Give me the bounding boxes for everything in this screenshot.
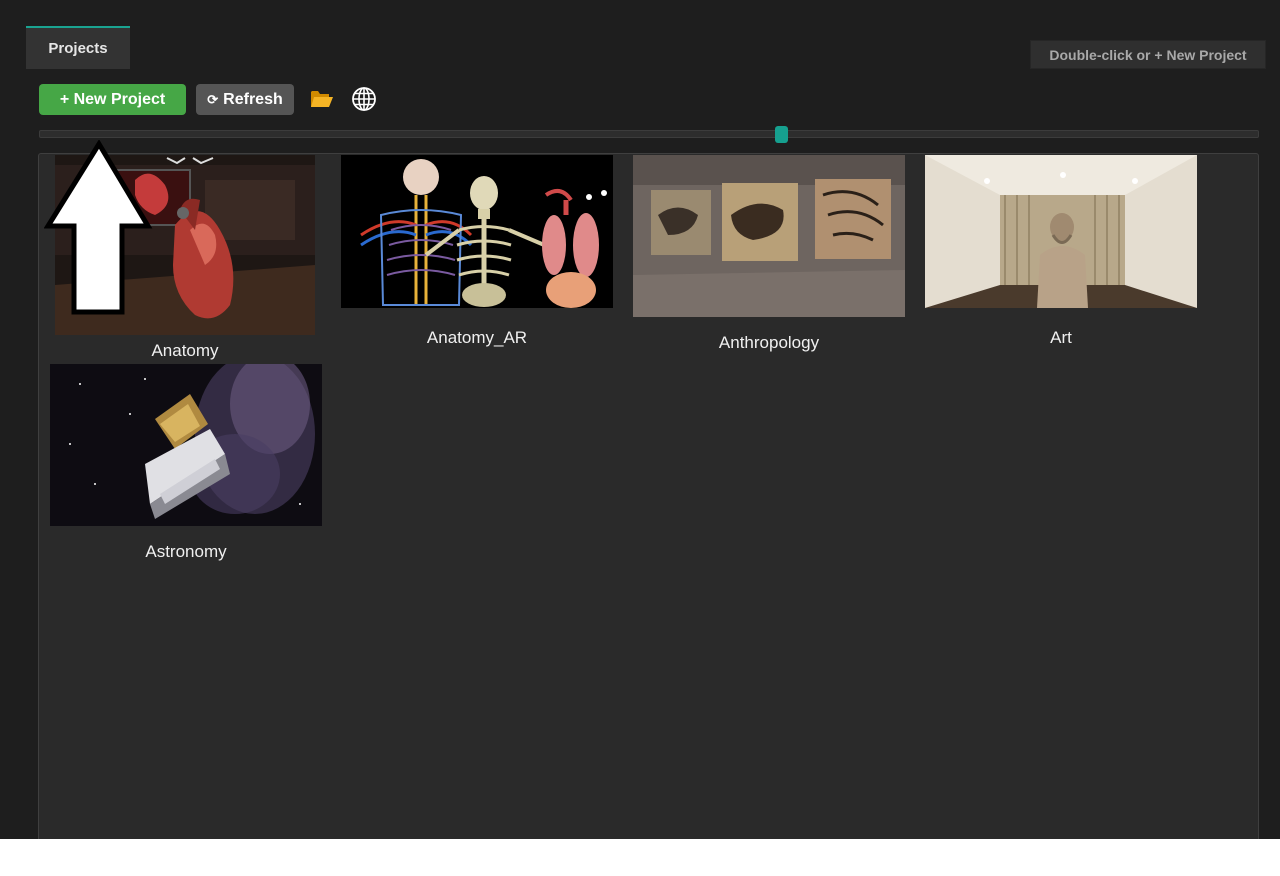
project-name: Art [1050, 328, 1072, 347]
new-project-label: + New Project [59, 90, 166, 108]
project-thumbnail [633, 155, 905, 317]
project-browser-window: Projects Double-click or + New Project +… [0, 0, 1280, 839]
refresh-button[interactable]: ⟳ Refresh [196, 84, 294, 115]
project-card-anatomy-ar[interactable]: Anatomy_AR [341, 155, 613, 355]
project-name: Astronomy [145, 542, 227, 561]
project-card-astronomy[interactable]: Astronomy [50, 364, 322, 569]
refresh-label: Refresh [223, 90, 283, 108]
new-project-button[interactable]: + New Project [39, 84, 186, 115]
tab-projects-label: Projects [48, 40, 108, 57]
tab-projects[interactable]: Projects [26, 26, 130, 69]
project-card-art[interactable]: Art [925, 155, 1197, 355]
project-thumbnail [341, 155, 613, 308]
project-thumbnail [50, 364, 322, 526]
project-name: Anthropology [718, 333, 820, 352]
hint-label: Double-click or + New Project [1049, 46, 1247, 63]
zoom-slider-track[interactable] [39, 130, 1259, 138]
globe-icon[interactable] [351, 86, 377, 112]
project-thumbnail [925, 155, 1197, 308]
refresh-icon: ⟳ [207, 91, 219, 107]
project-name: Anatomy [151, 341, 219, 360]
project-name: Anatomy_AR [426, 328, 528, 347]
folder-icon[interactable] [310, 88, 334, 110]
project-card-anthropology[interactable]: Anthropology [633, 155, 905, 360]
zoom-slider-thumb[interactable] [775, 126, 788, 143]
new-project-hint: Double-click or + New Project [1030, 40, 1266, 69]
annotation-arrow [44, 140, 153, 315]
